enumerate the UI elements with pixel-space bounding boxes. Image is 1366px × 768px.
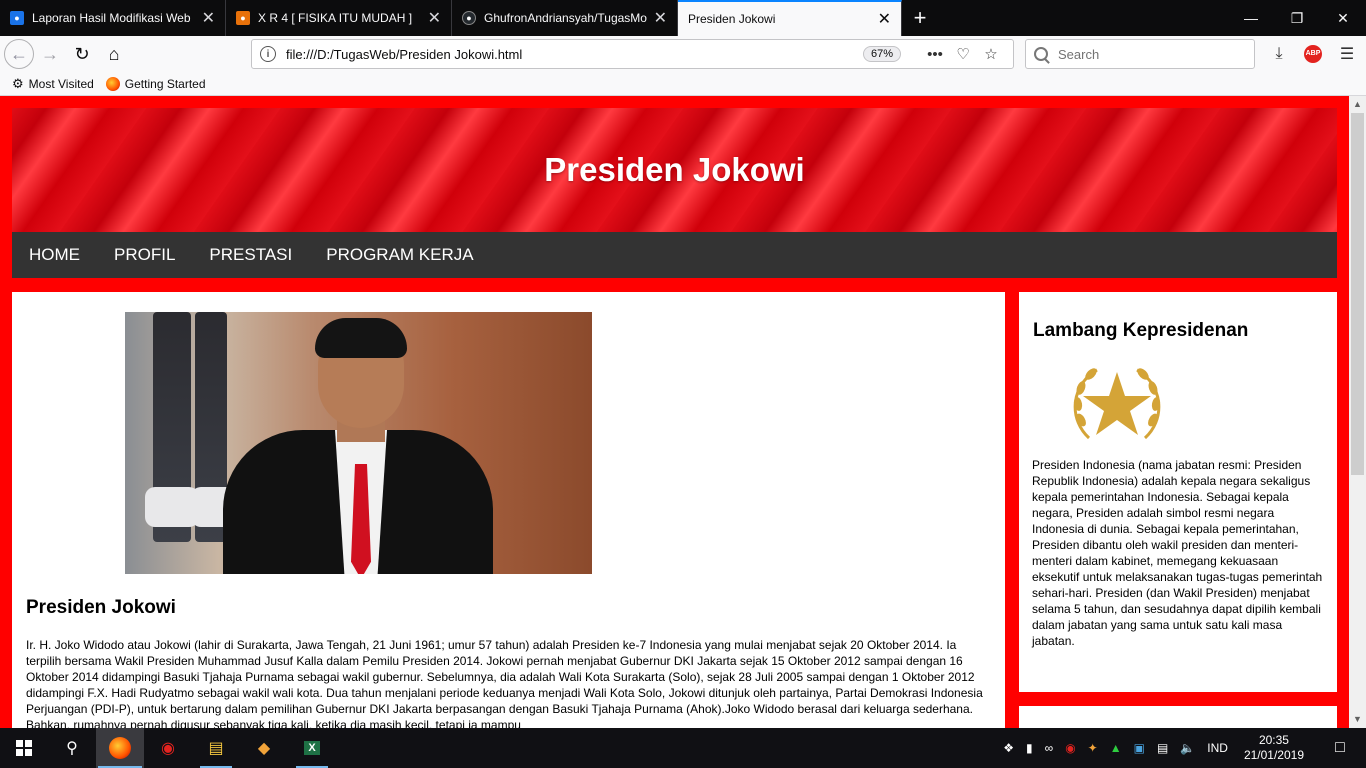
close-tab-icon[interactable]: ✕ <box>202 8 215 28</box>
puzzle-icon[interactable]: ✦ <box>1088 741 1098 755</box>
battery-icon[interactable]: ▮ <box>1026 741 1033 755</box>
restore-icon[interactable]: ❐ <box>1274 0 1320 36</box>
link-icon[interactable]: ∞ <box>1045 741 1054 755</box>
tab-title: X R 4 [ FISIKA ITU MUDAH ] <box>258 11 413 25</box>
main-content: Presiden Jokowi Ir. H. Joko Widodo atau … <box>12 292 1005 728</box>
classroom-icon: ● <box>236 11 250 25</box>
tab-fisika[interactable]: ● X R 4 [ FISIKA ITU MUDAH ] ✕ <box>226 0 452 36</box>
close-tab-icon[interactable]: ✕ <box>654 8 667 28</box>
tab-github[interactable]: ● GhufronAndriansyah/TugasMo ✕ <box>452 0 678 36</box>
reload-button[interactable]: ↻ <box>66 38 98 70</box>
system-tray: ❖ ▮ ∞ ◉ ✦ ▲ ▣ ▤ 🔈 IND 20:35 21/01/2019 □ <box>997 728 1366 768</box>
sidebar-title: Lambang Kepresidenan <box>1033 320 1249 341</box>
info-icon[interactable]: i <box>260 46 276 62</box>
main-menu: HOME PROFIL PRESTASI PROGRAM KERJA <box>12 232 1337 278</box>
windows-logo-icon <box>16 740 32 756</box>
article-text: Ir. H. Joko Widodo atau Jokowi (lahir di… <box>26 638 983 728</box>
toolbar-right: ⤓ ABP ☰ <box>1262 39 1364 69</box>
scrollbar-thumb[interactable] <box>1351 113 1364 475</box>
photo-hair <box>315 318 407 358</box>
excel-icon: X <box>304 741 320 755</box>
clock-date: 21/01/2019 <box>1243 748 1304 762</box>
github-icon: ● <box>462 11 476 25</box>
navigation-toolbar: ← → ↻ ⌂ i file:///D:/TugasWeb/Presiden J… <box>0 36 1366 72</box>
bookmark-most-visited[interactable]: ⚙ Most Visited <box>12 76 94 92</box>
classroom-icon: ● <box>10 11 24 25</box>
download-icon[interactable]: ⤓ <box>1262 45 1296 63</box>
close-tab-icon[interactable]: ✕ <box>878 9 891 29</box>
taskbar-garena[interactable]: ◉ <box>144 728 192 768</box>
wifi-icon[interactable]: ❖ <box>1003 741 1014 755</box>
close-window-icon[interactable]: ✕ <box>1320 0 1366 36</box>
tab-title: GhufronAndriansyah/TugasMo <box>484 11 647 25</box>
windows-taskbar: ⚲ ◉ ▤ ◆ X ❖ ▮ ∞ ◉ ✦ ▲ ▣ ▤ 🔈 IND 20:35 21… <box>0 728 1366 768</box>
clock[interactable]: 20:35 21/01/2019 <box>1244 733 1304 763</box>
volume-mute-icon[interactable]: 🔈 <box>1180 741 1195 755</box>
page-actions-icon[interactable]: ••• <box>921 46 949 63</box>
bookmarks-toolbar: ⚙ Most Visited Getting Started <box>0 72 1366 96</box>
article-title: Presiden Jokowi <box>26 597 176 618</box>
menu-item-home[interactable]: HOME <box>29 245 80 265</box>
taskbar-file-explorer[interactable]: ▤ <box>192 728 240 768</box>
url-text[interactable]: file:///D:/TugasWeb/Presiden Jokowi.html <box>286 47 863 62</box>
language-indicator[interactable]: IND <box>1207 741 1228 755</box>
taskbar-excel[interactable]: X <box>288 728 336 768</box>
menu-icon[interactable]: ☰ <box>1330 44 1364 64</box>
garena-tray-icon[interactable]: ◉ <box>1065 741 1075 755</box>
zoom-indicator[interactable]: 67% <box>862 46 901 62</box>
page-header-banner: Presiden Jokowi <box>12 108 1337 232</box>
notification-icon[interactable]: □ <box>1320 739 1360 757</box>
start-button[interactable] <box>0 728 48 768</box>
tab-presiden-jokowi[interactable]: Presiden Jokowi ✕ <box>678 0 902 36</box>
firefox-icon <box>105 76 120 91</box>
tab-title: Presiden Jokowi <box>688 12 776 26</box>
new-tab-button[interactable]: + <box>902 0 938 36</box>
clock-time: 20:35 <box>1258 733 1289 747</box>
search-taskbar-icon[interactable]: ⚲ <box>48 728 96 768</box>
git-icon: ◆ <box>257 740 271 757</box>
menu-item-profil[interactable]: PROFIL <box>114 245 175 265</box>
close-tab-icon[interactable]: ✕ <box>428 8 441 28</box>
forward-button[interactable]: → <box>34 38 66 70</box>
menu-item-prestasi[interactable]: PRESTASI <box>209 245 292 265</box>
scroll-down-icon[interactable]: ▼ <box>1349 711 1366 728</box>
search-placeholder: Search <box>1058 46 1100 62</box>
tab-laporan[interactable]: ● Laporan Hasil Modifikasi Web ✕ <box>0 0 226 36</box>
presidential-emblem-icon <box>1073 368 1161 440</box>
firefox-icon <box>109 737 131 759</box>
url-bar[interactable]: i file:///D:/TugasWeb/Presiden Jokowi.ht… <box>251 39 1014 69</box>
sidebar-panel: Lambang Kepresidenan Presiden Indonesia … <box>1019 292 1337 692</box>
taskbar-firefox[interactable] <box>96 728 144 768</box>
taskbar-git[interactable]: ◆ <box>240 728 288 768</box>
tab-title: Laporan Hasil Modifikasi Web <box>32 11 191 25</box>
pocket-icon[interactable]: ♡ <box>949 45 977 63</box>
network-icon[interactable]: ▤ <box>1157 741 1168 755</box>
scroll-up-icon[interactable]: ▲ <box>1349 96 1366 113</box>
adblock-plus-icon[interactable]: ABP <box>1304 45 1322 63</box>
gear-icon: ⚙ <box>12 75 24 91</box>
triangle-icon[interactable]: ▲ <box>1110 741 1122 755</box>
bookmark-star-icon[interactable]: ☆ <box>977 45 1005 63</box>
tab-bar: ● Laporan Hasil Modifikasi Web ✕ ● X R 4… <box>0 0 1366 36</box>
sidebar-panel-second <box>1019 706 1337 728</box>
page-viewport: Presiden Jokowi HOME PROFIL PRESTASI PRO… <box>0 96 1349 728</box>
bookmark-label: Getting Started <box>124 76 206 91</box>
bookmark-label: Most Visited <box>28 76 94 91</box>
minimize-icon[interactable]: — <box>1228 0 1274 36</box>
garena-icon: ◉ <box>161 740 175 757</box>
page-title: Presiden Jokowi <box>544 151 805 188</box>
search-input[interactable]: Search <box>1025 39 1255 69</box>
back-button[interactable]: ← <box>4 39 34 69</box>
bookmark-getting-started[interactable]: Getting Started <box>105 76 206 91</box>
home-button[interactable]: ⌂ <box>98 38 130 70</box>
sidebar-text: Presiden Indonesia (nama jabatan resmi: … <box>1032 458 1323 648</box>
window-controls: — ❐ ✕ <box>1228 0 1366 36</box>
president-photo <box>125 312 592 574</box>
app-tray-icon[interactable]: ▣ <box>1134 741 1145 755</box>
page-scrollbar[interactable]: ▲ ▼ <box>1349 96 1366 728</box>
menu-item-program-kerja[interactable]: PROGRAM KERJA <box>326 245 473 265</box>
folder-icon: ▤ <box>208 740 224 757</box>
search-icon <box>1034 47 1048 61</box>
